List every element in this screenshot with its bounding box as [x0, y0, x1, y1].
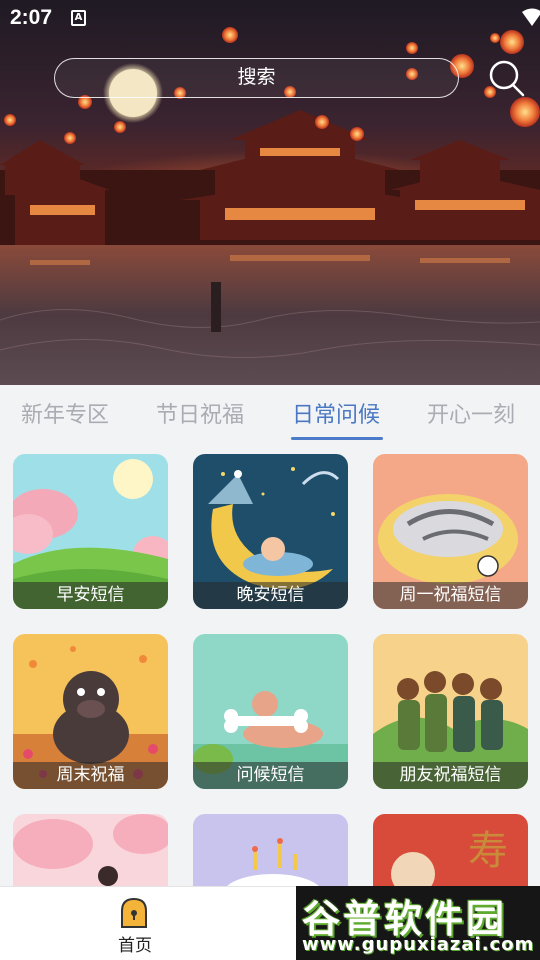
card-friend-blessing-sms[interactable]: 朋友祝福短信 — [373, 634, 528, 789]
home-ghost-icon[interactable] — [118, 897, 150, 929]
card-weekend-blessing[interactable]: 周末祝福 — [13, 634, 168, 789]
card-label: 早安短信 — [13, 582, 168, 609]
category-tabs: 新年专区 节日祝福 日常问候 开心一刻 — [0, 385, 540, 441]
notification-a-icon: A — [71, 10, 86, 26]
card-goodnight-sms[interactable]: 晚安短信 — [193, 454, 348, 609]
search-icon[interactable] — [486, 58, 526, 98]
card-label: 朋友祝福短信 — [373, 762, 528, 789]
card-monday-sms[interactable]: 周一祝福短信 — [373, 454, 528, 609]
watermark-url: www.gupuxiazai.com — [302, 934, 535, 955]
tab-daily-greetings[interactable]: 日常问候 — [292, 397, 380, 441]
active-tab-indicator — [291, 437, 383, 440]
svg-text:寿: 寿 — [468, 828, 508, 874]
status-time: 2:07 — [10, 6, 53, 29]
search-input[interactable]: 搜索 — [54, 58, 459, 98]
site-watermark: 谷普软件园 www.gupuxiazai.com — [296, 886, 540, 960]
tab-festival[interactable]: 节日祝福 — [156, 397, 244, 441]
wifi-signal-icon — [522, 8, 540, 26]
tab-fun[interactable]: 开心一刻 — [427, 397, 515, 441]
card-label: 问候短信 — [193, 762, 348, 789]
status-bar: 2:07 A — [0, 0, 540, 36]
card-morning-sms[interactable]: 早安短信 — [13, 454, 168, 609]
tab-new-year[interactable]: 新年专区 — [21, 397, 109, 441]
nav-home-label[interactable]: 首页 — [110, 931, 160, 956]
card-label: 周末祝福 — [13, 762, 168, 789]
card-greeting-sms[interactable]: 问候短信 — [193, 634, 348, 789]
card-label: 周一祝福短信 — [373, 582, 528, 609]
card-label: 晚安短信 — [193, 582, 348, 609]
